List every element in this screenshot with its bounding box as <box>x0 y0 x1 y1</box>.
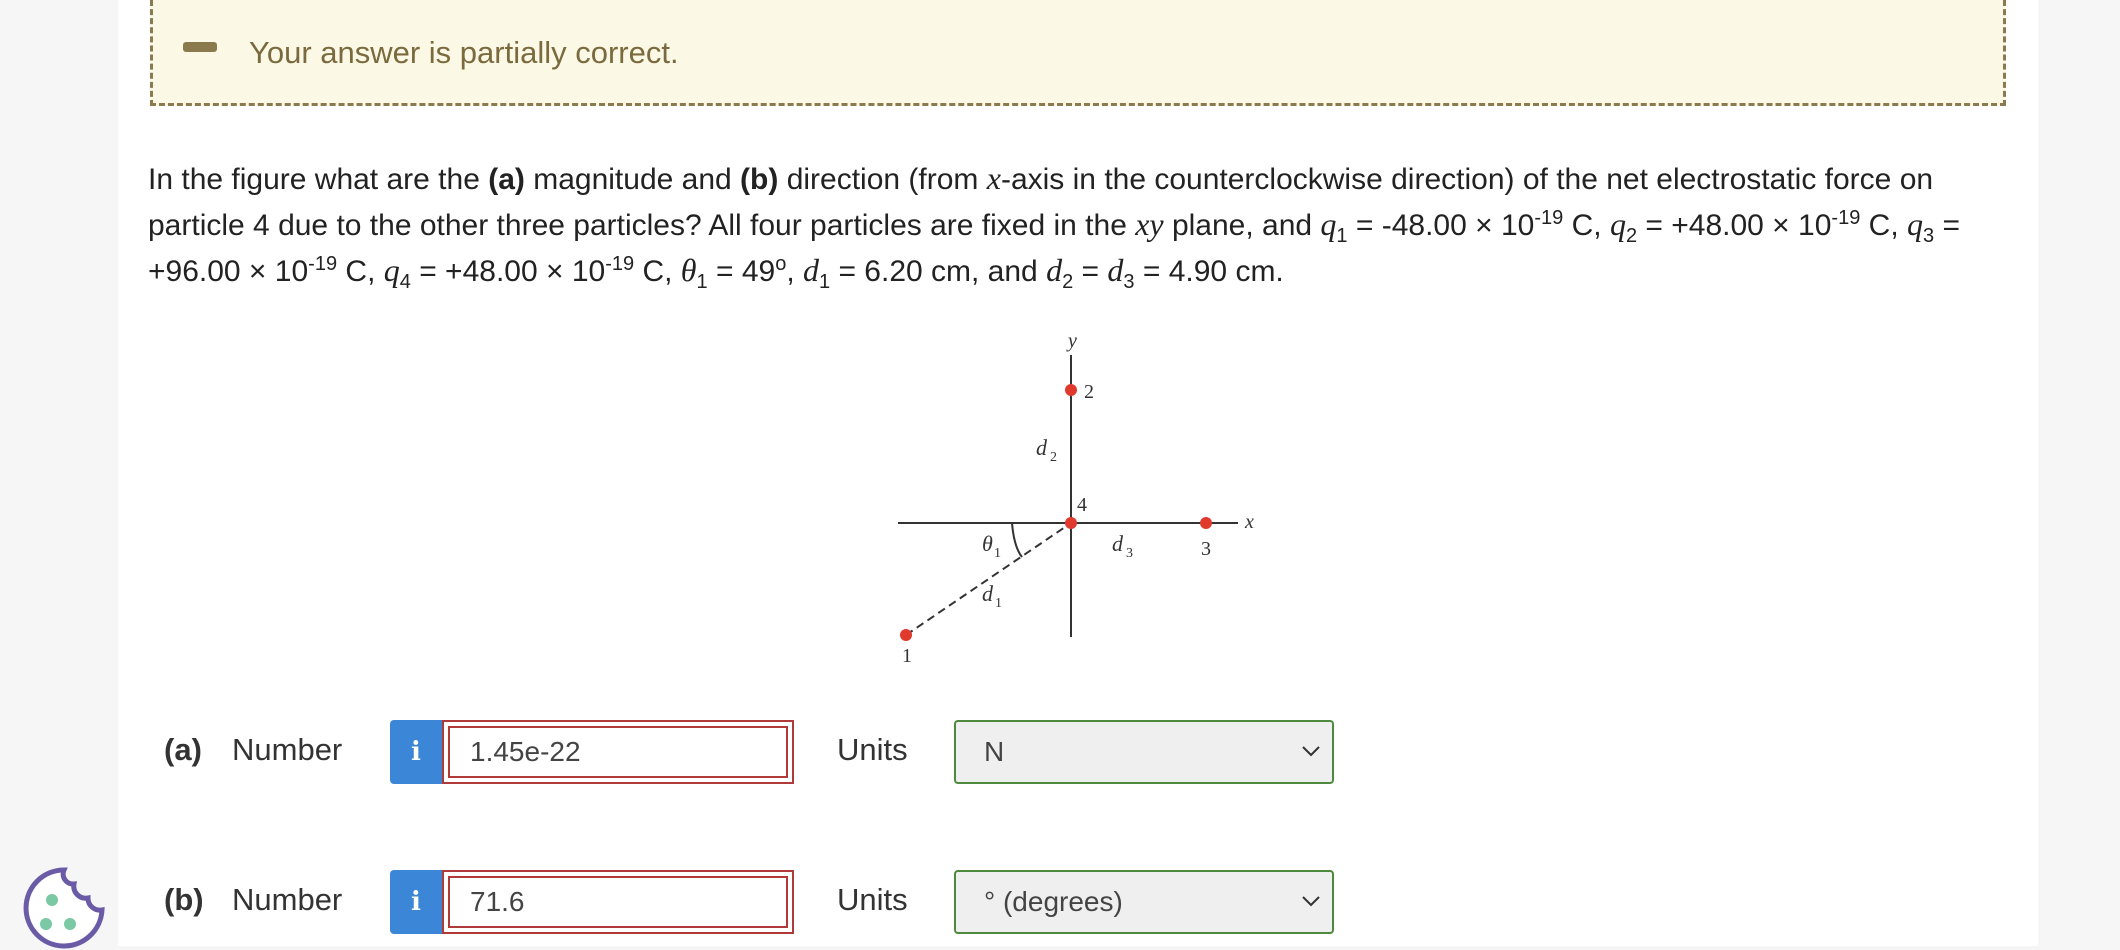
cookie-icon[interactable] <box>22 866 106 950</box>
answer-b-field-frame <box>442 870 794 934</box>
particle-4-label: 4 <box>1077 494 1087 516</box>
partially-correct-banner: Your answer is partially correct. <box>150 0 2006 106</box>
number-label: Number <box>232 732 343 767</box>
answer-b-input[interactable] <box>448 876 788 928</box>
svg-text:d: d <box>1036 435 1048 460</box>
particle-4 <box>1065 517 1077 529</box>
particle-1 <box>900 629 912 641</box>
svg-text:2: 2 <box>1050 450 1057 465</box>
svg-text:θ: θ <box>982 531 993 556</box>
units-a-value: N <box>984 736 1005 767</box>
svg-text:1: 1 <box>995 596 1002 611</box>
svg-text:d: d <box>1112 531 1124 556</box>
units-label: Units <box>837 732 908 767</box>
particle-1-label: 1 <box>902 645 912 667</box>
units-label: Units <box>837 882 908 917</box>
chevron-down-icon <box>1302 746 1320 757</box>
particle-3 <box>1200 517 1212 529</box>
particle-2-label: 2 <box>1084 381 1094 403</box>
svg-text:3: 3 <box>1126 546 1133 561</box>
question-text: In the figure what are the (a) magnitude… <box>148 160 1960 293</box>
theta1-label: θ 1 <box>982 531 1001 561</box>
answer-a-field-frame <box>442 720 794 784</box>
answer-a-input[interactable] <box>448 726 788 778</box>
chevron-down-icon <box>1302 896 1320 907</box>
minus-icon <box>183 42 217 52</box>
units-b-value: ° (degrees) <box>984 886 1123 917</box>
svg-text:d: d <box>982 581 994 606</box>
theta-arc <box>1011 522 1023 558</box>
svg-text:1: 1 <box>994 546 1001 561</box>
info-icon[interactable]: i <box>390 870 442 934</box>
y-axis-label: y <box>1066 330 1077 352</box>
info-icon[interactable]: i <box>390 720 442 784</box>
d2-label: d 2 <box>1036 435 1057 465</box>
part-a-label: (a) <box>164 732 202 767</box>
part-b-label: (b) <box>164 882 204 917</box>
particle-figure: y x 2 4 3 1 d 2 d 3 d 1 θ 1 <box>898 330 1254 667</box>
particle-3-label: 3 <box>1201 538 1211 560</box>
units-a-select[interactable]: N <box>954 720 1334 784</box>
number-label: Number <box>232 882 343 917</box>
units-b-select[interactable]: ° (degrees) <box>954 870 1334 934</box>
banner-message: Your answer is partially correct. <box>249 35 679 70</box>
x-axis-label: x <box>1244 511 1254 533</box>
d3-label: d 3 <box>1112 531 1133 561</box>
d1-label: d 1 <box>982 581 1002 611</box>
particle-2 <box>1065 384 1077 396</box>
